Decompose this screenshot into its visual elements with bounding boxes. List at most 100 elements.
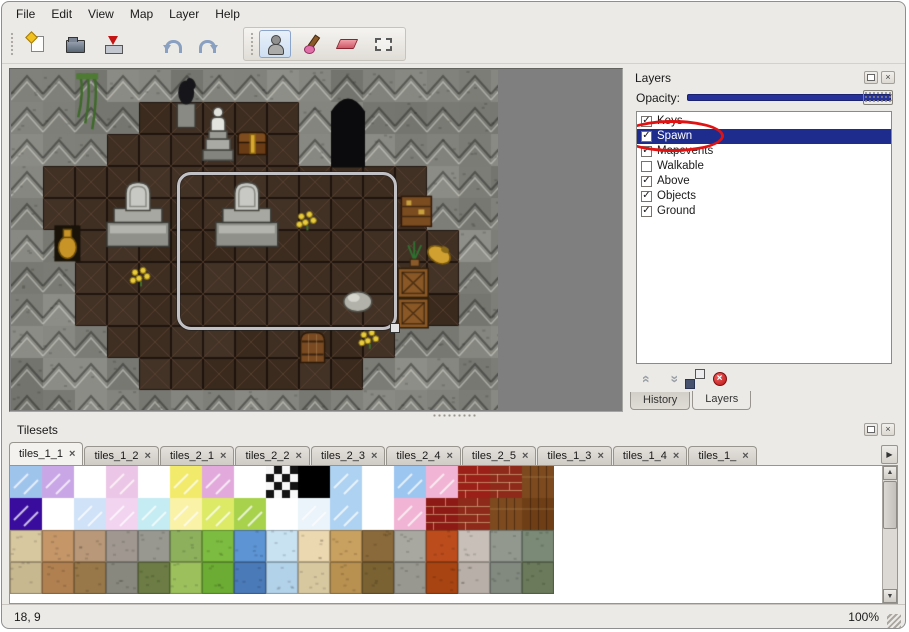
checkmark-icon: ✓ <box>642 191 650 201</box>
tileset-tab-label: tiles_2_1 <box>170 450 214 462</box>
scrollbar-thumb[interactable] <box>883 481 897 529</box>
menu-layer[interactable]: Layer <box>161 4 207 24</box>
save-icon <box>104 36 122 53</box>
brush-tool-icon <box>302 35 320 53</box>
close-icon[interactable]: × <box>597 450 603 462</box>
tileset-tab-label: tiles_1_3 <box>547 450 591 462</box>
tab-scroll-right-icon: ▶ <box>886 450 892 459</box>
layer-row-mapevents[interactable]: ✓ Mapevents <box>637 144 891 159</box>
toolbar-grip <box>10 32 15 56</box>
menu-map[interactable]: Map <box>122 4 161 24</box>
tileset-scrollbar[interactable]: ▲ ▼ <box>882 466 897 604</box>
tileset-tab[interactable]: tiles_1_3 × <box>537 446 611 465</box>
tileset-tab[interactable]: tiles_2_4 × <box>386 446 460 465</box>
tileset-tab[interactable]: tiles_1_× <box>688 446 756 465</box>
menu-bar: File Edit View Map Layer Help <box>2 2 905 26</box>
move-layer-down-button[interactable]: « <box>669 371 677 387</box>
menu-help[interactable]: Help <box>207 4 248 24</box>
scroll-up-button[interactable]: ▲ <box>883 466 897 480</box>
close-icon[interactable]: × <box>145 450 151 462</box>
layer-row-keys[interactable]: ✓ Keys <box>637 114 891 129</box>
close-panel-button[interactable]: × <box>881 71 895 84</box>
float-icon <box>867 74 875 81</box>
tilesets-panel: Tilesets × tiles_1_1 × tiles_1_2× tiles_2… <box>2 420 905 605</box>
redo-button[interactable] <box>193 30 225 58</box>
delete-layer-icon: × <box>713 372 727 386</box>
tileset-tab[interactable]: tiles_1_1 × <box>9 442 83 465</box>
close-icon: × <box>885 425 890 434</box>
tools-grip <box>250 32 255 56</box>
layer-checkbox[interactable]: ✓ <box>641 116 652 127</box>
close-icon[interactable]: × <box>522 450 528 462</box>
undo-button[interactable] <box>155 30 187 58</box>
save-button[interactable] <box>97 30 129 58</box>
tileset-tab-label: tiles_2_4 <box>396 450 440 462</box>
tileset-tab-label: tiles_1_4 <box>623 450 667 462</box>
tileset-tab[interactable]: tiles_2_1 × <box>160 446 234 465</box>
checkmark-icon: ✓ <box>642 176 650 186</box>
eraser-tool-icon <box>336 39 358 49</box>
resize-grip[interactable] <box>887 614 901 628</box>
layer-row-ground[interactable]: ✓ Ground <box>637 204 891 219</box>
layer-row-objects[interactable]: ✓ Objects <box>637 189 891 204</box>
float-panel-button[interactable] <box>864 423 878 436</box>
tileset-tab-label: tiles_2_3 <box>321 450 365 462</box>
tab-layers[interactable]: Layers <box>692 391 751 410</box>
layer-row-spawn[interactable]: ✓ Spawn <box>637 129 891 144</box>
close-icon[interactable]: × <box>673 450 679 462</box>
new-map-button[interactable] <box>21 30 53 58</box>
menu-edit[interactable]: Edit <box>43 4 80 24</box>
menu-file[interactable]: File <box>8 4 43 24</box>
open-button[interactable] <box>59 30 91 58</box>
layer-label: Ground <box>657 205 695 217</box>
chevron-down-icon: « <box>665 375 681 383</box>
redo-icon <box>201 38 218 50</box>
close-icon[interactable]: × <box>742 450 748 462</box>
close-icon[interactable]: × <box>446 450 452 462</box>
tileset-tab-label: tiles_1_1 <box>19 448 63 460</box>
close-icon[interactable]: × <box>296 450 302 462</box>
move-layer-up-button[interactable]: « <box>643 371 651 387</box>
scroll-down-icon: ▼ <box>887 593 894 600</box>
layer-checkbox[interactable]: ✓ <box>641 176 652 187</box>
eraser-tool-button[interactable] <box>331 30 363 58</box>
close-icon[interactable]: × <box>69 448 75 460</box>
selection-rectangle[interactable] <box>177 172 397 330</box>
opacity-slider[interactable] <box>687 90 893 105</box>
layer-row-walkable[interactable]: Walkable <box>637 159 891 174</box>
close-icon[interactable]: × <box>371 450 377 462</box>
select-tool-icon <box>375 38 392 51</box>
tab-scroll-right-button[interactable]: ▶ <box>881 445 898 464</box>
tileset-tab[interactable]: tiles_2_3 × <box>311 446 385 465</box>
brush-tool-button[interactable] <box>295 30 327 58</box>
delete-layer-button[interactable]: × <box>713 372 727 386</box>
tilesets-panel-header: Tilesets × <box>9 420 898 440</box>
tileset-tab[interactable]: tiles_1_2× <box>84 446 158 465</box>
layer-checkbox[interactable]: ✓ <box>641 206 652 217</box>
tileset-tab[interactable]: tiles_1_4 × <box>613 446 687 465</box>
scroll-down-button[interactable]: ▼ <box>883 589 897 603</box>
tab-history[interactable]: History <box>630 392 690 410</box>
close-icon[interactable]: × <box>220 450 226 462</box>
select-tool-button[interactable] <box>367 30 399 58</box>
stamp-tool-button[interactable] <box>259 30 291 58</box>
layer-checkbox[interactable]: ✓ <box>641 191 652 202</box>
close-panel-button[interactable]: × <box>881 423 895 436</box>
selection-resize-handle[interactable] <box>390 323 400 333</box>
checkmark-icon: ✓ <box>642 116 650 126</box>
float-panel-button[interactable] <box>864 71 878 84</box>
tileset-tab[interactable]: tiles_2_2× <box>235 446 309 465</box>
layer-checkbox[interactable] <box>641 161 652 172</box>
status-bar: 18, 9 100% <box>2 604 905 628</box>
checkmark-icon: ✓ <box>642 146 650 156</box>
layer-checkbox[interactable]: ✓ <box>641 131 652 142</box>
layer-checkbox[interactable]: ✓ <box>641 146 652 157</box>
checkmark-icon: ✓ <box>642 131 650 141</box>
close-icon: × <box>885 73 890 82</box>
horizontal-splitter[interactable] <box>2 412 905 420</box>
layer-row-above[interactable]: ✓ Above <box>637 174 891 189</box>
tileset-tab[interactable]: tiles_2_5× <box>462 446 536 465</box>
tileset-canvas[interactable] <box>10 466 554 594</box>
slider-handle[interactable] <box>863 90 893 105</box>
menu-view[interactable]: View <box>80 4 122 24</box>
